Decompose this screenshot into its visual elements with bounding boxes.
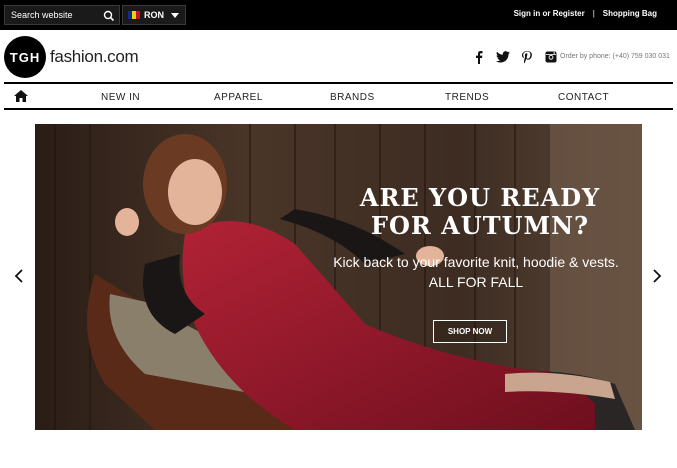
nav-item-new-in[interactable]: NEW IN xyxy=(101,92,140,103)
hero-tagline: ALL FOR FALL xyxy=(428,274,524,290)
search-input[interactable] xyxy=(5,6,101,24)
chevron-left-icon[interactable] xyxy=(13,268,25,284)
twitter-icon[interactable] xyxy=(496,50,510,64)
search-icon[interactable] xyxy=(103,9,115,22)
logo-mark: TGH xyxy=(4,36,46,78)
separator: | xyxy=(592,9,595,18)
nav-item-trends[interactable]: TRENDS xyxy=(445,92,489,103)
hero-title-line-1: ARE YOU READY xyxy=(359,183,601,212)
pinterest-icon[interactable] xyxy=(520,50,534,64)
home-icon[interactable] xyxy=(14,89,28,103)
top-bar: RON Sign in or Register | Shopping Bag xyxy=(0,0,677,30)
nav-item-brands[interactable]: BRANDS xyxy=(330,92,375,103)
shop-now-button[interactable]: SHOP NOW xyxy=(433,320,507,343)
main-nav: NEW IN APPAREL BRANDS TRENDS CONTACT xyxy=(4,82,673,110)
order-phone: Order by phone: (+40) 759 030 031 xyxy=(560,53,670,60)
shopping-bag-link[interactable]: Shopping Bag xyxy=(603,9,657,18)
nav-item-apparel[interactable]: APPAREL xyxy=(214,92,263,103)
hero-title: ARE YOU READY FOR AUTUMN? xyxy=(335,184,625,240)
hero-banner[interactable]: ARE YOU READY FOR AUTUMN? Kick back to y… xyxy=(35,124,642,430)
romania-flag-icon xyxy=(128,11,140,19)
facebook-icon[interactable] xyxy=(472,50,486,64)
hero-title-line-2: FOR AUTUMN? xyxy=(370,211,590,240)
site-logo[interactable]: TGH fashion.com xyxy=(4,36,139,78)
nav-item-contact[interactable]: CONTACT xyxy=(558,92,609,103)
search-box[interactable] xyxy=(4,5,120,25)
instagram-icon[interactable] xyxy=(544,50,558,64)
account-links: Sign in or Register | Shopping Bag xyxy=(514,9,657,18)
currency-select[interactable]: RON xyxy=(122,5,186,25)
chevron-right-icon[interactable] xyxy=(651,268,663,284)
currency-label: RON xyxy=(144,10,164,20)
logo-text: fashion.com xyxy=(50,47,139,66)
social-links xyxy=(472,50,558,64)
hero-subtitle: Kick back to your favorite knit, hoodie … xyxy=(333,254,619,270)
chevron-down-icon xyxy=(171,13,179,18)
sign-in-link[interactable]: Sign in or Register xyxy=(514,9,585,18)
